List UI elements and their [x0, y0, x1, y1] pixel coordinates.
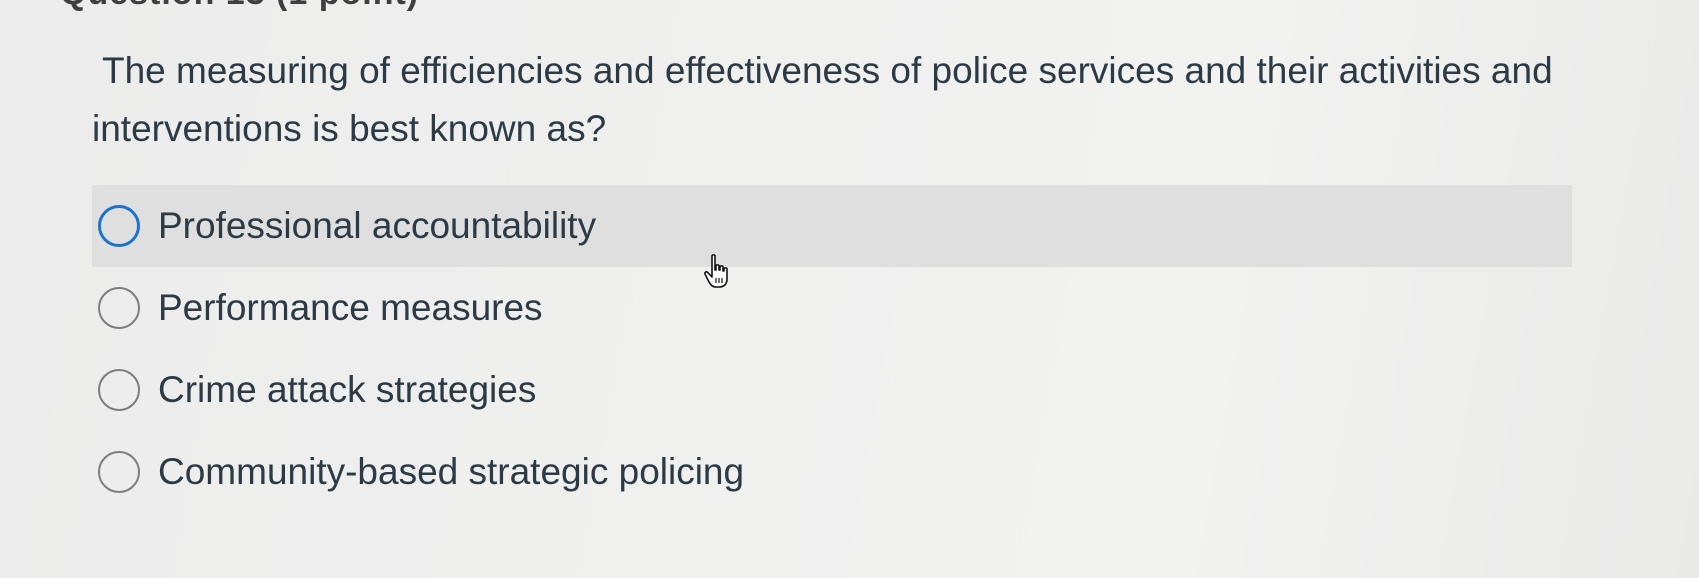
- answer-label: Professional accountability: [158, 205, 597, 246]
- answer-options: Professional accountability Performance …: [92, 185, 1572, 513]
- answer-label: Community-based strategic policing: [158, 451, 745, 492]
- question-header-title: Question 13 (1 point): [60, 0, 419, 13]
- answer-option-professional-accountability[interactable]: Professional accountability: [92, 185, 1572, 267]
- hand-pointer-icon: [700, 252, 740, 292]
- answer-label: Performance measures: [158, 287, 543, 328]
- answer-label: Crime attack strategies: [158, 369, 537, 410]
- answer-option-crime-attack-strategies[interactable]: Crime attack strategies: [92, 349, 1572, 431]
- answer-option-performance-measures[interactable]: Performance measures: [92, 267, 1572, 349]
- radio-button[interactable]: [98, 287, 140, 329]
- radio-button[interactable]: [98, 369, 140, 411]
- question-text: The measuring of efficiencies and effect…: [92, 50, 1553, 149]
- radio-button[interactable]: [98, 205, 140, 247]
- answer-option-community-based-strategic-policing[interactable]: Community-based strategic policing: [92, 431, 1572, 513]
- question-header: Question 13 (1 point): [0, 0, 1699, 18]
- radio-button[interactable]: [98, 451, 140, 493]
